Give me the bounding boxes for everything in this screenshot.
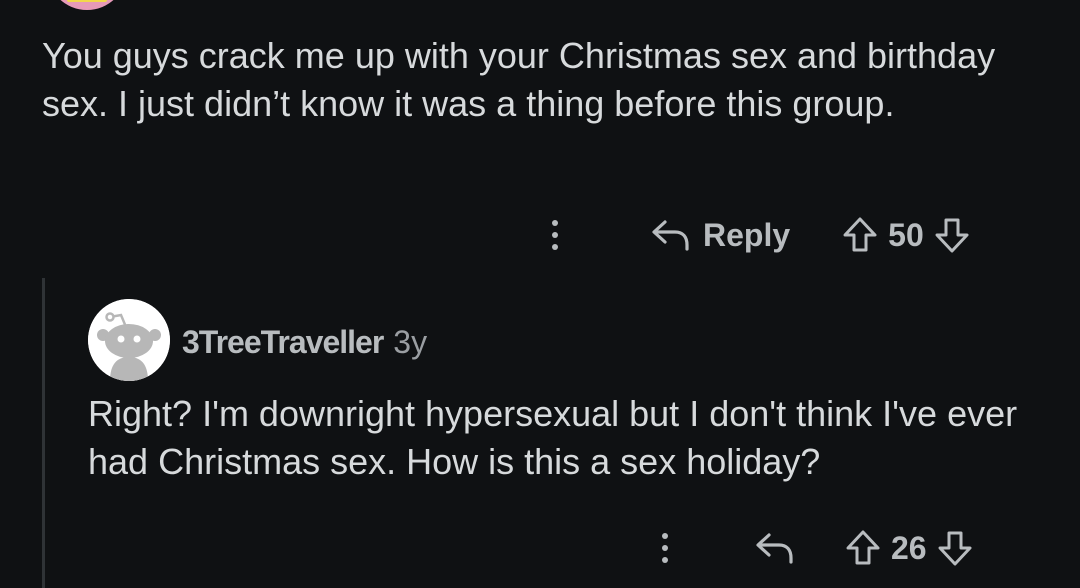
- child-comment-meta: 3TreeTraveller 3y: [182, 322, 427, 362]
- more-options-icon[interactable]: [545, 215, 565, 255]
- more-options-icon[interactable]: [655, 528, 675, 568]
- vote-score: 26: [891, 529, 927, 566]
- reply-label: Reply: [703, 216, 791, 253]
- child-comment-actions: 26: [655, 525, 973, 571]
- child-comment-body: Right? I'm downright hypersexual but I d…: [88, 393, 1018, 482]
- parent-comment-actions: Reply 50: [545, 212, 970, 258]
- reply-arrow-icon[interactable]: [755, 531, 795, 565]
- vote-score: 50: [888, 216, 924, 253]
- upvote-icon[interactable]: [842, 216, 878, 254]
- downvote-icon[interactable]: [934, 216, 970, 254]
- parent-author-avatar[interactable]: [47, 0, 127, 10]
- reply-button[interactable]: Reply: [651, 217, 790, 254]
- vote-control: 50: [842, 216, 970, 254]
- parent-comment-body: You guys crack me up with your Christmas…: [42, 35, 996, 124]
- avatar-accessory: [67, 0, 107, 2]
- downvote-icon[interactable]: [937, 529, 973, 567]
- comment-age: 3y: [393, 324, 428, 360]
- reply-arrow-icon: [651, 218, 691, 252]
- thread-collapse-line[interactable]: [42, 278, 45, 588]
- snoo-avatar-icon[interactable]: [88, 299, 170, 381]
- upvote-icon[interactable]: [845, 529, 881, 567]
- username[interactable]: 3TreeTraveller: [182, 322, 384, 362]
- vote-control: 26: [845, 529, 973, 567]
